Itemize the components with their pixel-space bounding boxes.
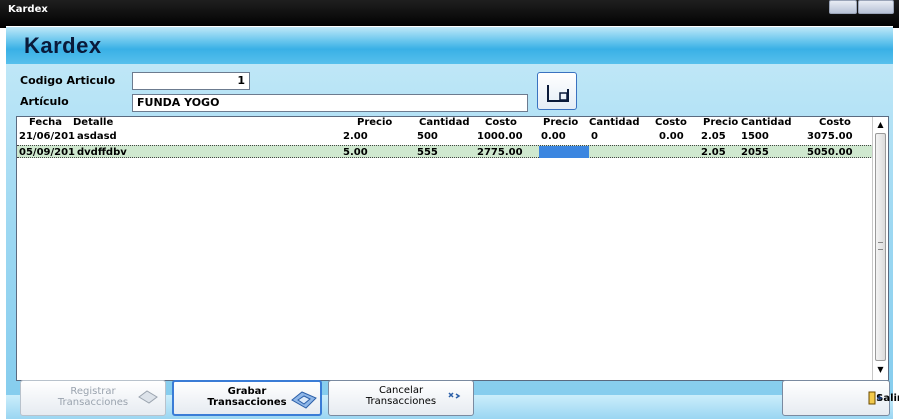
cell-fecha: 21/06/201 (19, 131, 76, 142)
registrar-line1: Registrar (70, 386, 116, 397)
cell-precio-1: 2.00 (343, 131, 368, 142)
grabar-button[interactable]: Grabar Transacciones (172, 380, 322, 416)
cell-fecha: 05/09/201 (19, 147, 76, 158)
cancelar-button[interactable]: Cancelar Transacciones (328, 380, 474, 416)
page-title: Kardex (24, 33, 102, 58)
exit-icon (868, 391, 882, 405)
cell-cantidad-3: 2055 (741, 147, 769, 158)
table-row-selected[interactable]: 05/09/201 dvdffdbv 5.00 555 2775.00 2.05… (17, 145, 873, 158)
cell-precio-3: 2.05 (701, 147, 726, 158)
cell-precio-2: 0.00 (541, 131, 566, 142)
articulo-field[interactable]: FUNDA YOGO (132, 94, 528, 112)
col-fecha: Fecha (29, 117, 63, 128)
table-header: Fecha Detalle Precio Cantidad Costo Prec… (17, 117, 873, 129)
title-bar: Kardex (0, 0, 899, 28)
col-costo-2: Costo (655, 117, 687, 128)
cell-costo-1: 1000.00 (477, 131, 523, 142)
cell-cantidad-2: 0 (591, 131, 598, 142)
grip-icon (878, 242, 883, 250)
col-costo-1: Costo (485, 117, 517, 128)
cell-cantidad-1: 555 (417, 147, 438, 158)
col-precio-1: Precio (357, 117, 393, 128)
cell-costo-1: 2775.00 (477, 147, 523, 158)
save-icon (291, 391, 317, 409)
scroll-thumb[interactable] (875, 133, 886, 361)
col-precio-2: Precio (543, 117, 579, 128)
cell-costo-3: 5050.00 (807, 147, 853, 158)
table-row[interactable]: 21/06/201 asdasd 2.00 500 1000.00 0.00 0… (17, 130, 873, 143)
registrar-line2: Transacciones (57, 397, 129, 408)
search-article-button[interactable] (537, 72, 577, 110)
cell-detalle: asdasd (77, 131, 117, 142)
box-icon (547, 85, 569, 102)
cell-precio-2-active[interactable] (539, 146, 589, 158)
cell-costo-2: 0.00 (659, 131, 684, 142)
salir-button[interactable]: Salir (782, 380, 899, 416)
scroll-down-icon[interactable]: ▼ (873, 363, 888, 377)
col-cantidad-1: Cantidad (419, 117, 470, 128)
col-precio-3: Precio (703, 117, 739, 128)
kardex-table[interactable]: Fecha Detalle Precio Cantidad Costo Prec… (16, 116, 889, 381)
cell-precio-1: 5.00 (343, 147, 368, 158)
codigo-field[interactable]: 1 (132, 72, 250, 90)
close-button[interactable] (858, 0, 894, 14)
cancel-icon (448, 392, 461, 399)
cancelar-line1: Cancelar (378, 385, 424, 396)
window-title: Kardex (8, 4, 48, 15)
scroll-up-icon[interactable]: ▲ (873, 118, 888, 132)
grabar-line1: Grabar (227, 386, 267, 397)
cell-cantidad-3: 1500 (741, 131, 769, 142)
cell-costo-3: 3075.00 (807, 131, 853, 142)
cell-cantidad-1: 500 (417, 131, 438, 142)
minimize-button[interactable] (829, 0, 857, 14)
register-icon (138, 390, 158, 404)
cell-detalle: dvdffdbv (77, 147, 127, 158)
codigo-label: Codigo Articulo (20, 74, 116, 87)
grabar-line2: Transacciones (207, 397, 287, 408)
vertical-scrollbar[interactable]: ▲ ▼ (872, 117, 888, 380)
page-header: Kardex (6, 26, 893, 64)
articulo-label: Artículo (20, 95, 69, 108)
col-costo-3: Costo (819, 117, 851, 128)
col-cantidad-3: Cantidad (741, 117, 792, 128)
col-cantidad-2: Cantidad (589, 117, 640, 128)
cell-precio-3: 2.05 (701, 131, 726, 142)
col-detalle: Detalle (73, 117, 114, 128)
cancelar-line2: Transacciones (365, 396, 437, 407)
registrar-button[interactable]: Registrar Transacciones (20, 380, 166, 416)
